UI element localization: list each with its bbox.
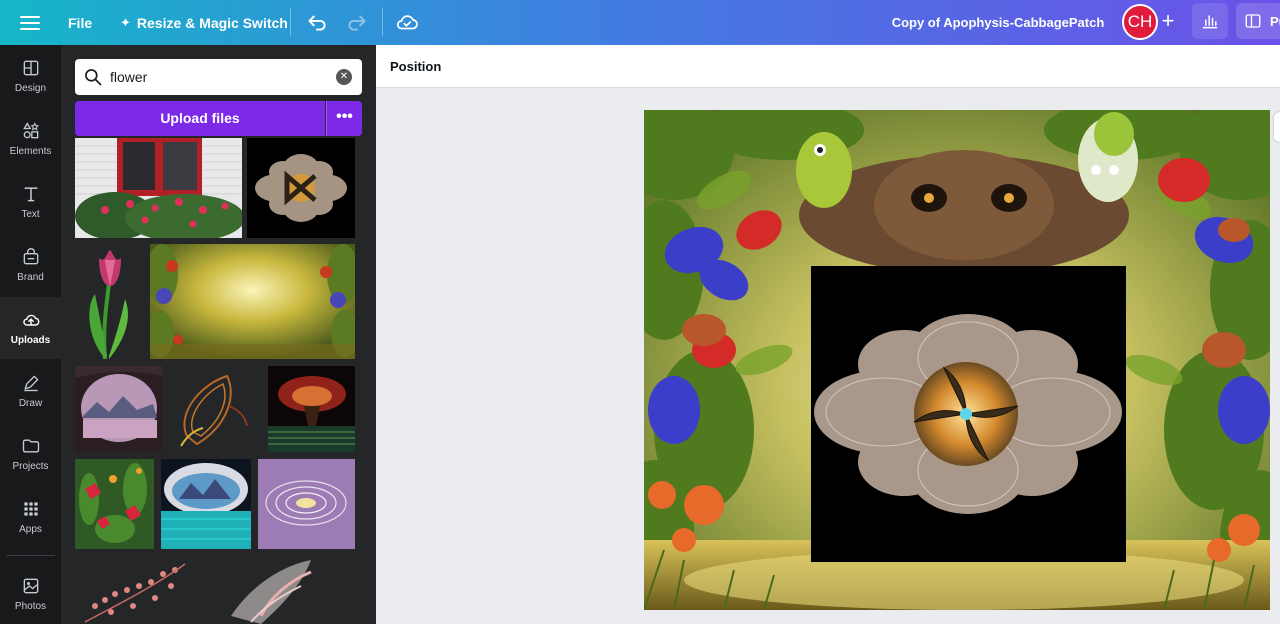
- undo-icon[interactable]: [304, 9, 330, 35]
- clear-search-icon[interactable]: ✕: [336, 69, 352, 85]
- bar-chart-icon: [1202, 15, 1218, 29]
- context-toolbar: Position: [376, 45, 1280, 88]
- divider: [290, 8, 291, 36]
- upload-thumbnail[interactable]: [75, 556, 195, 624]
- search-box[interactable]: flower ✕: [75, 59, 362, 95]
- upload-thumbnail[interactable]: [75, 459, 154, 549]
- upload-thumbnail[interactable]: [161, 459, 251, 549]
- rail-label: Uploads: [10, 335, 51, 346]
- upload-thumbnail[interactable]: [268, 366, 355, 452]
- divider: [382, 8, 383, 36]
- present-button[interactable]: Pu: [1236, 3, 1280, 39]
- left-rail: Design Elements Text Brand Uploads Draw …: [0, 45, 61, 624]
- uploads-icon: [22, 314, 39, 326]
- upload-more-options-button[interactable]: •••: [326, 101, 362, 136]
- draw-icon: [23, 375, 38, 392]
- upload-thumbnail[interactable]: [75, 366, 162, 452]
- present-icon: [1245, 14, 1261, 28]
- insights-button[interactable]: [1192, 3, 1228, 39]
- redo-icon[interactable]: [344, 9, 370, 35]
- resize-label: Resize & Magic Switch: [136, 14, 288, 31]
- upload-thumbnail[interactable]: [247, 138, 355, 238]
- add-collaborator-button[interactable]: +: [1156, 9, 1180, 33]
- photos-icon: [23, 578, 38, 594]
- upload-thumbnail[interactable]: [258, 459, 355, 549]
- design-page[interactable]: [644, 110, 1270, 610]
- projects-icon: [22, 439, 39, 453]
- rail-item-elements[interactable]: Elements: [0, 108, 61, 170]
- menu-icon[interactable]: [18, 12, 42, 32]
- upload-thumbnail[interactable]: [167, 366, 255, 452]
- rail-label: Elements: [9, 146, 52, 157]
- text-icon: [23, 187, 38, 202]
- canvas-artwork: [644, 110, 1270, 610]
- brand-icon: [23, 248, 38, 265]
- elements-icon: [22, 122, 39, 139]
- file-menu-button[interactable]: File: [68, 0, 92, 45]
- upload-thumbnail[interactable]: [150, 244, 355, 359]
- document-title[interactable]: Copy of Apophysis-CabbagePatch: [880, 0, 1116, 45]
- avatar[interactable]: CH: [1122, 4, 1158, 40]
- rail-label: Photos: [14, 601, 47, 612]
- search-icon: [85, 69, 102, 86]
- search-input[interactable]: flower: [110, 59, 147, 95]
- design-icon: [23, 60, 38, 76]
- upload-files-button[interactable]: Upload files: [75, 101, 325, 136]
- uploads-panel: flower ✕ Upload files •••: [61, 45, 376, 624]
- rail-divider: [6, 555, 55, 556]
- rail-item-design[interactable]: Design: [0, 45, 61, 107]
- rail-label: Design: [14, 83, 47, 94]
- rail-item-uploads[interactable]: Uploads: [0, 297, 61, 359]
- page-scroll-handle[interactable]: [1274, 112, 1280, 142]
- upload-thumbnail[interactable]: [75, 244, 145, 359]
- rail-item-brand[interactable]: Brand: [0, 234, 61, 296]
- cloud-saved-icon[interactable]: [394, 9, 420, 35]
- rail-item-photos[interactable]: Photos: [0, 563, 61, 624]
- rail-label: Draw: [18, 398, 43, 409]
- rail-item-text[interactable]: Text: [0, 171, 61, 233]
- apps-icon: [23, 502, 38, 516]
- rail-item-apps[interactable]: Apps: [0, 486, 61, 548]
- upload-thumbnail[interactable]: [221, 556, 321, 624]
- present-label: Pu: [1270, 13, 1280, 29]
- upload-thumbnail[interactable]: [75, 138, 242, 238]
- rail-item-draw[interactable]: Draw: [0, 360, 61, 422]
- resize-magic-switch-button[interactable]: ✦ Resize & Magic Switch: [120, 0, 288, 45]
- rail-label: Projects: [12, 461, 49, 472]
- sparkle-icon: ✦: [120, 14, 131, 30]
- top-bar: File ✦ Resize & Magic Switch Copy of Apo…: [0, 0, 1280, 45]
- rail-label: Brand: [17, 272, 44, 283]
- position-button[interactable]: Position: [390, 45, 441, 88]
- rail-label: Apps: [19, 524, 42, 535]
- rail-label: Text: [21, 209, 40, 220]
- rail-item-projects[interactable]: Projects: [0, 423, 61, 485]
